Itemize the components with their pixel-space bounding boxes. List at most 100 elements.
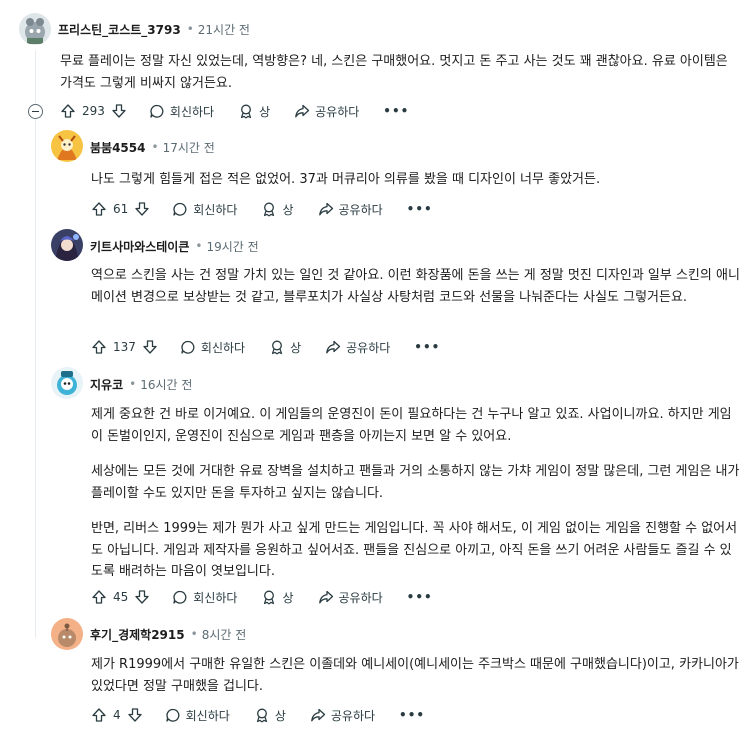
award-label: 상 [282,590,294,605]
award-label: 상 [282,202,294,217]
reply-button[interactable]: 회신하다 [149,103,214,120]
downvote-button[interactable] [134,201,150,217]
share-icon [318,589,334,605]
comment-body: 제게 중요한 건 바로 이거예요. 이 게임들의 운영진이 돈이 필요하다는 건… [91,404,741,583]
avatar [51,229,83,261]
avatar [51,367,83,399]
author-name[interactable]: 후기_경제학2915 [90,626,185,643]
separator-dot: • [195,239,203,253]
share-label: 공유하다 [330,708,376,723]
more-options-button[interactable]: ••• [383,104,409,118]
reply-label: 회신하다 [193,590,238,605]
share-button[interactable]: 공유하다 [318,589,383,606]
share-label: 공유하다 [315,104,360,119]
author-name[interactable]: 지유코 [90,376,123,393]
author-name[interactable]: 키트사마와스테이큰 [90,238,189,255]
comment-paragraph: 반면, 리버스 1999는 제가 뭔가 사고 싶게 만드는 게임입니다. 꼭 사… [91,521,738,579]
share-icon [294,103,310,119]
comment-body: 역으로 스킨을 사는 건 정말 가치 있는 일인 것 같아요. 이런 화장품에 … [91,265,741,308]
comment-header: 지유코 • 16시간 전 [90,374,192,394]
share-icon [325,339,341,355]
upvote-button[interactable] [91,339,107,355]
downvote-button[interactable] [134,589,150,605]
upvote-icon [60,103,76,119]
collapse-thread-button[interactable] [28,104,43,119]
reply-label: 회신하다 [193,202,238,217]
comment-paragraph: 제가 R1999에서 구매한 유일한 스킨은 이졸데와 예니세이(예니세이는 주… [91,657,739,694]
reply-button[interactable]: 회신하다 [172,201,237,218]
reply-icon [172,201,188,217]
separator-dot: • [151,140,159,154]
upvote-icon [91,707,107,723]
downvote-button[interactable] [111,103,127,119]
upvote-button[interactable] [91,589,107,605]
comment-paragraph: 세상에는 모든 것에 거대한 유료 장벽을 설치하고 팬들과 거의 소통하지 않… [91,464,740,501]
more-options-button[interactable]: ••• [407,590,433,604]
downvote-button[interactable] [142,339,158,355]
award-icon [269,339,285,355]
comment-paragraph: 무료 플레이는 정말 자신 있었는데, 역방향은? 네, 스킨은 구매했어요. … [60,54,728,91]
separator-dot: • [129,377,137,391]
downvote-icon [142,339,158,355]
action-bar: 45 회신하다 상 공유하다 ••• [91,585,433,609]
comment-body: 무료 플레이는 정말 자신 있었는데, 역방향은? 네, 스킨은 구매했어요. … [60,51,740,94]
award-icon [254,707,270,723]
more-options-button[interactable]: ••• [399,708,425,722]
avatar [51,130,83,162]
separator-dot: • [190,627,198,641]
upvote-icon [91,589,107,605]
downvote-icon [134,589,150,605]
timestamp: 17시간 전 [162,140,215,155]
upvote-button[interactable] [91,707,107,723]
share-button[interactable]: 공유하다 [325,339,390,356]
comment-header: 붐붐4554 • 17시간 전 [90,137,215,157]
action-bar: 137 회신하다 상 공유하다 ••• [91,335,440,359]
reply-button[interactable]: 회신하다 [165,707,230,724]
award-button[interactable]: 상 [261,589,294,606]
upvote-button[interactable] [60,103,76,119]
upvote-icon [91,201,107,217]
reply-label: 회신하다 [169,104,215,119]
reply-button[interactable]: 회신하다 [172,589,237,606]
share-icon [310,707,326,723]
vote-count: 61 [113,202,129,216]
award-button[interactable]: 상 [254,707,286,724]
share-icon [318,201,334,217]
reply-icon [172,589,188,605]
downvote-icon [127,707,143,723]
separator-dot: • [186,22,194,36]
share-button[interactable]: 공유하다 [318,201,383,218]
reply-icon [149,103,165,119]
avatar [19,13,51,45]
downvote-icon [111,103,127,119]
author-name[interactable]: 프리스틴_코스트_3793 [58,21,181,38]
action-bar: 293 회신하다 상 공유하다 ••• [60,99,409,123]
reply-button[interactable]: 회신하다 [180,339,245,356]
upvote-button[interactable] [91,201,107,217]
comment-paragraph: 역으로 스킨을 사는 건 정말 가치 있는 일인 것 같아요. 이런 화장품에 … [91,268,740,305]
comment-body: 나도 그렇게 힘들게 접은 적은 없었어. 37과 머큐리아 의류를 봤을 때 … [91,169,741,191]
more-options-button[interactable]: ••• [414,340,440,354]
share-label: 공유하다 [338,590,383,605]
comment-body: 제가 R1999에서 구매한 유일한 스킨은 이졸데와 예니세이(예니세이는 주… [91,654,741,697]
downvote-button[interactable] [127,707,143,723]
reply-icon [165,707,181,723]
reply-label: 회신하다 [200,340,246,355]
award-button[interactable]: 상 [238,103,270,120]
timestamp: 8시간 전 [201,627,247,642]
more-options-button[interactable]: ••• [407,202,433,216]
award-label: 상 [259,104,271,119]
award-button[interactable]: 상 [261,201,294,218]
author-name[interactable]: 붐붐4554 [90,139,145,156]
share-button[interactable]: 공유하다 [310,707,375,724]
vote-count: 293 [82,104,105,118]
award-button[interactable]: 상 [269,339,301,356]
vote-count: 137 [113,340,136,354]
reply-icon [180,339,196,355]
comment-header: 후기_경제학2915 • 8시간 전 [90,624,246,644]
comment-header: 프리스틴_코스트_3793 • 21시간 전 [58,19,250,39]
timestamp: 19시간 전 [206,239,259,254]
vote-count: 4 [113,708,121,722]
reply-label: 회신하다 [185,708,230,723]
share-button[interactable]: 공유하다 [294,103,359,120]
